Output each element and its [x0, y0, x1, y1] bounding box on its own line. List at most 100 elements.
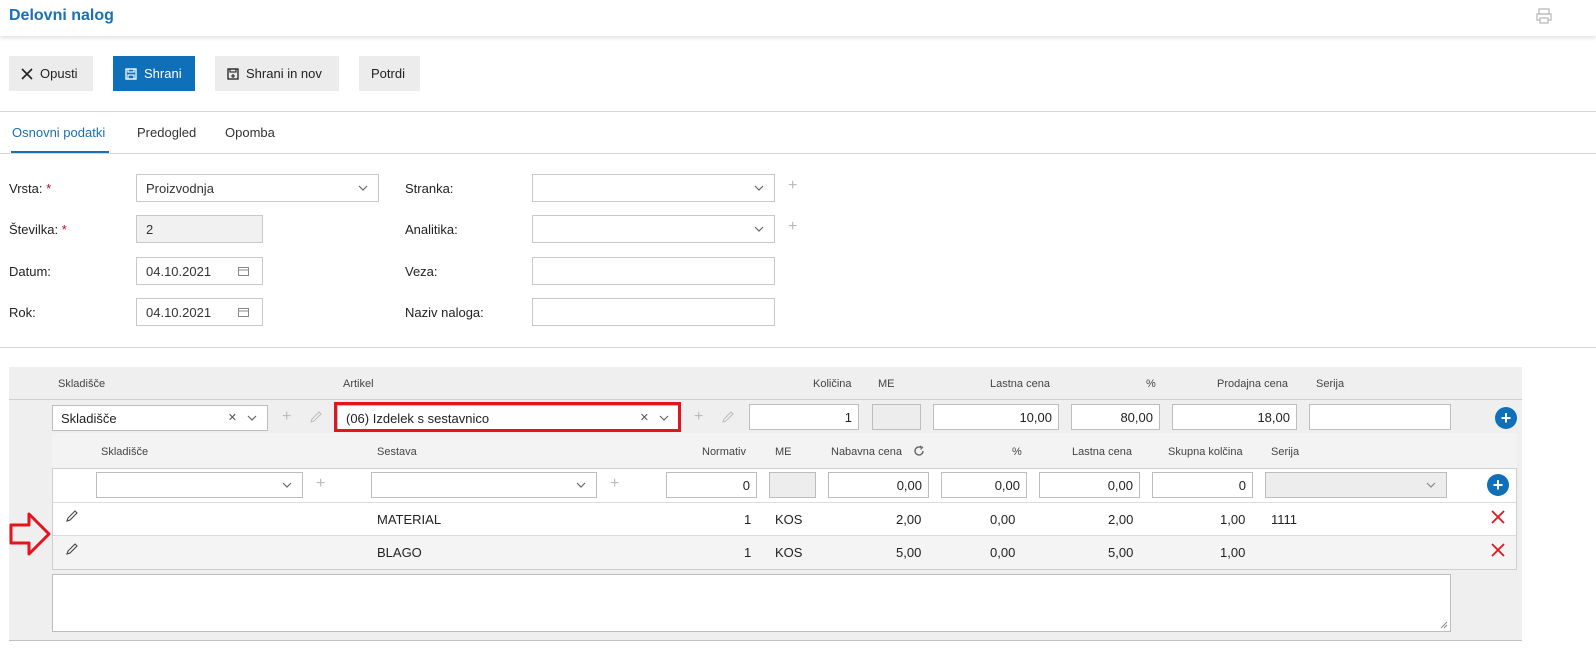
- me-field: [872, 404, 921, 430]
- plus-icon[interactable]: +: [316, 475, 325, 493]
- refresh-icon[interactable]: [913, 445, 925, 457]
- grid-header-me: ME: [878, 378, 895, 390]
- rok-value: 04.10.2021: [146, 304, 212, 320]
- plus-icon[interactable]: +: [788, 218, 797, 236]
- save-button[interactable]: Shrani: [113, 56, 195, 91]
- subgrid-header-me: ME: [775, 446, 792, 458]
- row-lastna-cena: 2,00: [1108, 512, 1134, 527]
- stranka-label: Stranka:: [405, 181, 454, 196]
- skupna-kolicina-input[interactable]: 0: [1152, 472, 1253, 498]
- row-lastna-cena: 5,00: [1108, 545, 1134, 560]
- vrsta-select[interactable]: Proizvodnja: [136, 174, 379, 202]
- cancel-button[interactable]: Opusti: [9, 56, 93, 91]
- sub-skladisce-select[interactable]: [96, 472, 303, 498]
- stranka-select[interactable]: [532, 174, 775, 202]
- veza-label: Veza:: [405, 264, 438, 279]
- subgrid-header-normativ: Normativ: [702, 446, 747, 458]
- divider: [0, 347, 1596, 348]
- row-me: KOS: [775, 545, 803, 560]
- sub-serija-select[interactable]: [1265, 472, 1447, 498]
- grid-header-serija: Serija: [1316, 378, 1345, 390]
- subgrid-header-lastna-cena: Lastna cena: [1072, 446, 1132, 458]
- pencil-icon[interactable]: [65, 510, 78, 523]
- pencil-icon[interactable]: [721, 411, 734, 424]
- skladisce-value: Skladišče: [61, 410, 117, 426]
- chevron-down-icon: [282, 482, 292, 488]
- prodajna-cena-input[interactable]: 18,00: [1172, 404, 1297, 430]
- calendar-icon[interactable]: [238, 267, 249, 276]
- row-skupna-kolicina: 1,00: [1220, 512, 1246, 527]
- row-me: KOS: [775, 512, 803, 527]
- save-and-new-button[interactable]: Shrani in nov: [215, 56, 339, 91]
- row-comment-textarea[interactable]: [52, 574, 1451, 632]
- row-sestava: MATERIAL: [377, 512, 442, 527]
- subgrid-header-serija: Serija: [1271, 446, 1300, 458]
- delete-icon[interactable]: [1491, 510, 1505, 524]
- grid-header-prodajna-cena: Prodajna cena: [1217, 378, 1288, 390]
- grid-header-pct: %: [1146, 378, 1156, 390]
- save-and-new-button-label: Shrani in nov: [246, 66, 322, 81]
- resize-handle-icon[interactable]: [1440, 621, 1448, 629]
- chevron-down-icon: [754, 226, 764, 232]
- naziv-field[interactable]: [532, 298, 775, 326]
- subgrid-header-skupna-kolicina: Skupna kolčina: [1168, 446, 1243, 458]
- row-normativ: 1: [744, 545, 752, 560]
- plus-icon[interactable]: +: [282, 408, 291, 426]
- pencil-icon[interactable]: [309, 411, 322, 424]
- plus-icon[interactable]: +: [694, 408, 703, 426]
- grid-header-artikel: Artikel: [343, 378, 374, 390]
- print-icon[interactable]: [1535, 7, 1553, 25]
- add-circle-icon[interactable]: +: [1495, 407, 1517, 429]
- divider: [0, 111, 1596, 112]
- save-icon: [125, 67, 137, 80]
- save-button-label: Shrani: [144, 66, 182, 81]
- stevilka-label: Številka: *: [9, 222, 67, 237]
- nabavna-cena-input[interactable]: 0,00: [828, 472, 929, 498]
- plus-icon[interactable]: +: [788, 177, 797, 195]
- delete-icon[interactable]: [1491, 543, 1505, 557]
- tab-predogled[interactable]: Predogled: [137, 125, 196, 140]
- sub-me-field: [769, 472, 816, 498]
- save-new-icon: [227, 67, 239, 80]
- vrsta-value: Proizvodnja: [146, 180, 214, 196]
- datum-field[interactable]: 04.10.2021: [136, 257, 263, 285]
- grid-bottom-divider: [9, 640, 1522, 641]
- grid-header-kolicina: Količina: [813, 378, 852, 390]
- rok-field[interactable]: 04.10.2021: [136, 298, 263, 326]
- pencil-icon[interactable]: [65, 543, 78, 556]
- confirm-button-label: Potrdi: [371, 66, 405, 81]
- stevilka-field: 2: [136, 215, 263, 243]
- chevron-down-icon: [247, 415, 257, 421]
- page-title: Delovni nalog: [9, 7, 114, 24]
- rok-label: Rok:: [9, 305, 36, 320]
- subgrid-header-pct: %: [1012, 446, 1022, 458]
- clear-icon[interactable]: ✕: [228, 411, 237, 424]
- confirm-button[interactable]: Potrdi: [359, 56, 420, 91]
- subgrid-header-skladisce: Skladišče: [101, 446, 149, 458]
- calendar-icon[interactable]: [238, 308, 249, 317]
- row-sestava: BLAGO: [377, 545, 422, 560]
- add-circle-icon[interactable]: +: [1487, 474, 1509, 496]
- subgrid-header-sestava: Sestava: [377, 446, 417, 458]
- tab-opomba[interactable]: Opomba: [225, 125, 275, 140]
- sub-lastna-cena-input[interactable]: 0,00: [1039, 472, 1140, 498]
- vrsta-label: Vrsta: *: [9, 181, 52, 196]
- datum-label: Datum:: [9, 264, 51, 279]
- tab-osnovni-podatki[interactable]: Osnovni podatki: [12, 125, 105, 140]
- skladisce-select[interactable]: Skladišče ✕: [52, 405, 268, 431]
- lastna-cena-input[interactable]: 10,00: [933, 404, 1059, 430]
- sub-pct-input[interactable]: 0,00: [941, 472, 1027, 498]
- row-nabavna-cena: 2,00: [896, 512, 922, 527]
- row-serija: 1111: [1271, 512, 1298, 527]
- divider: [0, 153, 1596, 154]
- plus-icon[interactable]: +: [610, 475, 619, 493]
- analitika-select[interactable]: [532, 215, 775, 243]
- sestava-select[interactable]: [371, 472, 597, 498]
- kolicina-input[interactable]: 1: [749, 404, 859, 430]
- chevron-down-icon: [1426, 482, 1436, 488]
- pct-input[interactable]: 80,00: [1071, 404, 1160, 430]
- serija-input[interactable]: [1309, 404, 1451, 430]
- grid-header-skladisce: Skladišče: [58, 378, 106, 390]
- normativ-input[interactable]: 0: [666, 472, 757, 498]
- veza-field[interactable]: [532, 257, 775, 285]
